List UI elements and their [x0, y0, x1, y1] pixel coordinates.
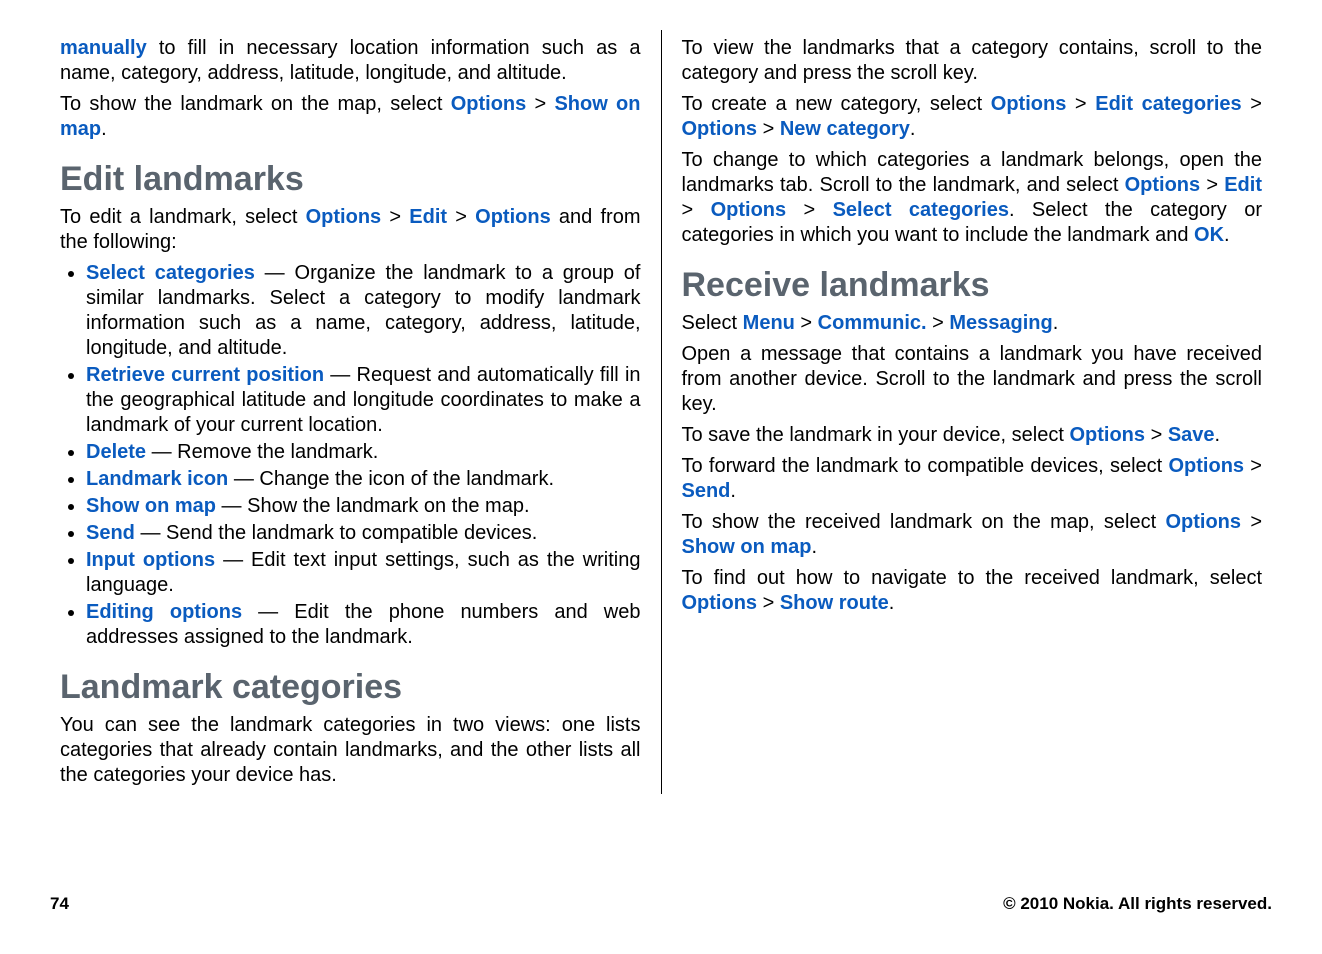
list-item: Delete — Remove the landmark. [86, 440, 641, 465]
list-item: Input options — Edit text input settings… [86, 548, 641, 598]
retrieve-position-label: Retrieve current position [86, 364, 324, 386]
save-landmark-para: To save the landmark in your device, sel… [682, 423, 1263, 448]
list-item: Landmark icon — Change the icon of the l… [86, 467, 641, 492]
send-label: Send [682, 480, 731, 502]
receive-landmarks-heading: Receive landmarks [682, 266, 1263, 305]
options-label: Options [711, 199, 787, 221]
ok-label: OK [1194, 224, 1224, 246]
list-item: Show on map — Show the landmark on the m… [86, 494, 641, 519]
options-label: Options [475, 206, 551, 228]
send-label: Send [86, 522, 135, 544]
navigate-para: To find out how to navigate to the recei… [682, 566, 1263, 616]
edit-options-list: Select categories — Organize the landmar… [60, 261, 641, 650]
options-label: Options [1069, 424, 1145, 446]
landmark-icon-label: Landmark icon [86, 468, 228, 490]
options-label: Options [1165, 511, 1241, 533]
open-message-para: Open a message that contains a landmark … [682, 342, 1263, 417]
show-route-label: Show route [780, 592, 889, 614]
select-categories-label: Select categories [833, 199, 1009, 221]
page-footer: 74 © 2010 Nokia. All rights reserved. [50, 894, 1272, 914]
left-column: manually to fill in necessary location i… [50, 30, 662, 794]
right-column: To view the landmarks that a category co… [662, 30, 1273, 794]
intro-para-2: To show the landmark on the map, select … [60, 92, 641, 142]
page-content: manually to fill in necessary location i… [0, 0, 1322, 794]
categories-para: You can see the landmark categories in t… [60, 713, 641, 788]
copyright-text: © 2010 Nokia. All rights reserved. [1003, 894, 1272, 914]
new-category-label: New category [780, 118, 910, 140]
options-label: Options [306, 206, 382, 228]
options-label: Options [1169, 455, 1245, 477]
edit-label: Edit [1224, 174, 1262, 196]
edit-landmarks-heading: Edit landmarks [60, 160, 641, 199]
manually-label: manually [60, 37, 147, 59]
forward-landmark-para: To forward the landmark to compatible de… [682, 454, 1263, 504]
delete-label: Delete [86, 441, 146, 463]
create-category-para: To create a new category, select Options… [682, 92, 1263, 142]
save-label: Save [1168, 424, 1215, 446]
edit-intro: To edit a landmark, select Options > Edi… [60, 205, 641, 255]
messaging-label: Messaging [949, 312, 1052, 334]
options-label: Options [991, 93, 1067, 115]
page-number: 74 [50, 894, 69, 914]
edit-categories-label: Edit categories [1095, 93, 1241, 115]
show-on-map-label: Show on map [86, 495, 216, 517]
communic-label: Communic. [818, 312, 927, 334]
intro-para-1: manually to fill in necessary location i… [60, 36, 641, 86]
receive-nav-para: Select Menu > Communic. > Messaging. [682, 311, 1263, 336]
input-options-label: Input options [86, 549, 215, 571]
landmark-categories-heading: Landmark categories [60, 668, 641, 707]
edit-label: Edit [409, 206, 447, 228]
menu-label: Menu [743, 312, 795, 334]
options-label: Options [451, 93, 527, 115]
show-on-map-label: Show on map [682, 536, 812, 558]
list-item: Select categories — Organize the landmar… [86, 261, 641, 361]
show-received-para: To show the received landmark on the map… [682, 510, 1263, 560]
editing-options-label: Editing options [86, 601, 242, 623]
list-item: Editing options — Edit the phone numbers… [86, 600, 641, 650]
options-label: Options [682, 118, 758, 140]
change-categories-para: To change to which categories a landmark… [682, 148, 1263, 248]
select-categories-label: Select categories [86, 262, 255, 284]
options-label: Options [682, 592, 758, 614]
options-label: Options [1125, 174, 1201, 196]
view-landmarks-para: To view the landmarks that a category co… [682, 36, 1263, 86]
list-item: Send — Send the landmark to compatible d… [86, 521, 641, 546]
list-item: Retrieve current position — Request and … [86, 363, 641, 438]
